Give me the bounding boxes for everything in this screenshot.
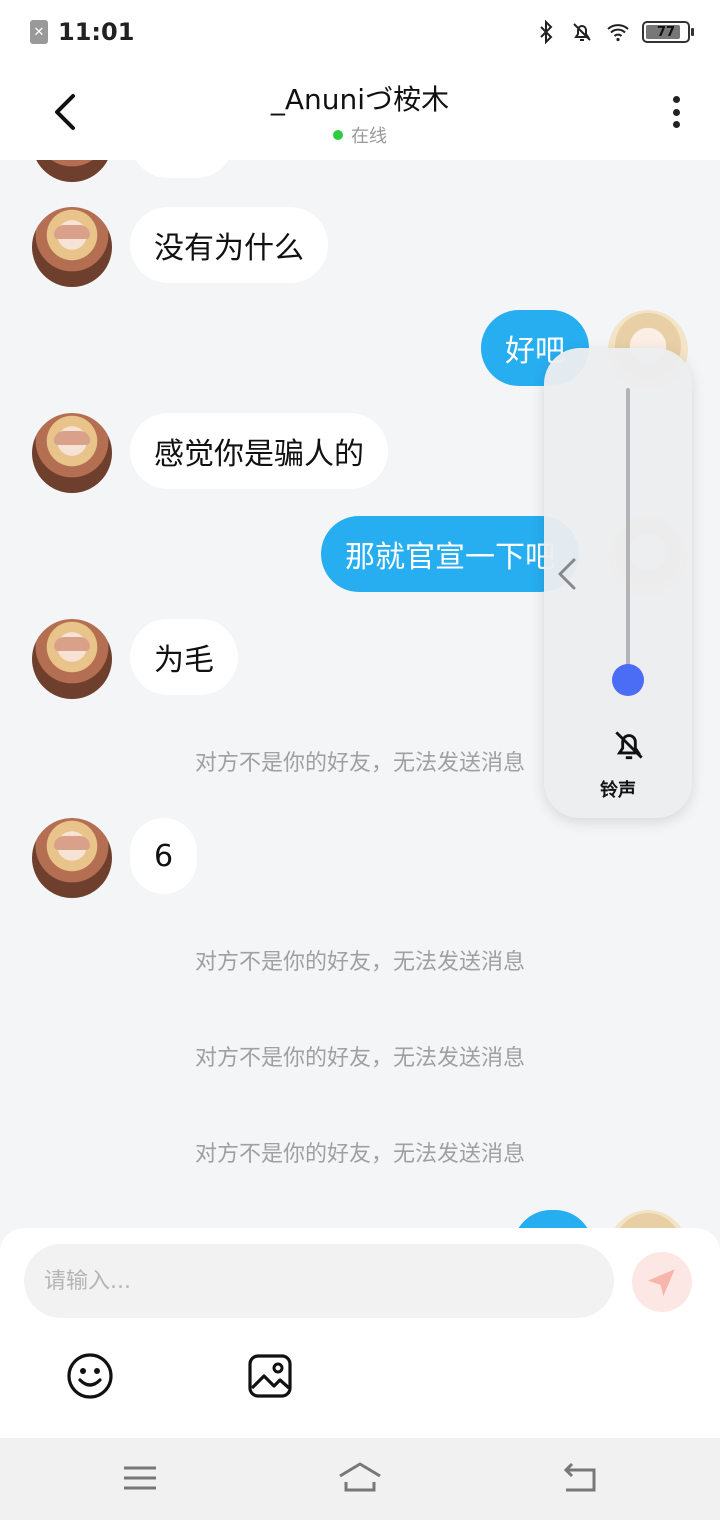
system-message: 对方不是你的好友，无法发送消息 xyxy=(194,1142,525,1167)
message-bubble-incoming[interactable] xyxy=(130,160,234,178)
message-input[interactable] xyxy=(24,1244,614,1318)
status-time: 11:01 xyxy=(58,18,135,46)
message-bubble-outgoing[interactable]: 那就官宣一下吧 xyxy=(321,516,579,592)
more-options-button[interactable] xyxy=(664,92,688,132)
status-bar: ✕ 11:01 77 xyxy=(0,0,720,64)
wifi-icon xyxy=(607,24,629,42)
ringer-muted-bell-icon[interactable] xyxy=(610,726,648,764)
online-status-dot xyxy=(333,130,343,140)
ringer-label: 铃声 xyxy=(600,780,636,801)
system-message: 对方不是你的好友，无法发送消息 xyxy=(194,1046,525,1071)
send-button[interactable] xyxy=(632,1252,692,1312)
emoji-icon[interactable] xyxy=(66,1352,114,1400)
message-bubble-incoming[interactable]: 6 xyxy=(130,818,198,894)
chat-header: _Anuniづ桉木 在线 xyxy=(0,64,720,160)
message-bubble-incoming[interactable]: 没有为什么 xyxy=(130,207,328,283)
contact-avatar[interactable] xyxy=(32,413,112,493)
contact-avatar[interactable] xyxy=(32,818,112,898)
back-nav-icon[interactable] xyxy=(558,1458,602,1498)
contact-name: _Anuniづ桉木 xyxy=(270,83,450,116)
contact-avatar[interactable] xyxy=(32,207,112,287)
contact-avatar[interactable] xyxy=(32,160,112,182)
volume-panel[interactable]: 铃声 xyxy=(544,348,692,818)
composer xyxy=(0,1228,720,1438)
expand-chevron-icon[interactable] xyxy=(554,554,580,594)
volume-slider-knob[interactable] xyxy=(612,664,644,696)
battery-indicator: 77 xyxy=(642,21,694,43)
volume-slider-track[interactable] xyxy=(626,388,630,678)
system-nav-bar xyxy=(0,1438,720,1520)
message-bubble-incoming[interactable]: 为毛 xyxy=(130,619,238,695)
bluetooth-icon xyxy=(540,20,553,44)
send-icon xyxy=(647,1269,675,1297)
bell-off-icon xyxy=(573,23,591,41)
online-status-text: 在线 xyxy=(351,126,387,147)
menu-nav-icon[interactable] xyxy=(118,1458,162,1498)
no-sim-icon: ✕ xyxy=(30,20,48,44)
home-nav-icon[interactable] xyxy=(336,1458,384,1498)
message-bubble-outgoing[interactable] xyxy=(513,1210,593,1230)
system-message: 对方不是你的好友，无法发送消息 xyxy=(194,950,525,975)
user-avatar[interactable] xyxy=(608,1210,688,1230)
message-bubble-incoming[interactable]: 感觉你是骗人的 xyxy=(130,413,388,489)
image-icon[interactable] xyxy=(246,1352,294,1400)
contact-avatar[interactable] xyxy=(32,619,112,699)
